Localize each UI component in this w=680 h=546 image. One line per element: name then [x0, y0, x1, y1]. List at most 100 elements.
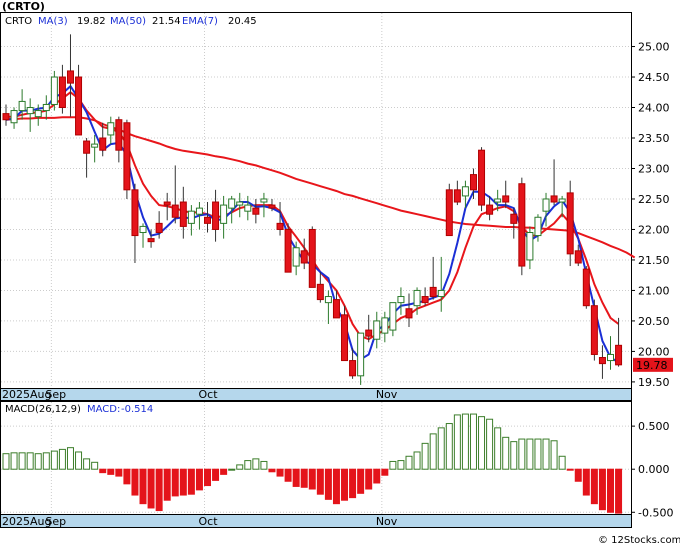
candle-body [195, 207, 203, 215]
candle-body [316, 283, 324, 301]
macd-bar [316, 468, 324, 495]
candle-body [461, 186, 469, 197]
candle-body [365, 329, 373, 337]
candle-body [26, 107, 34, 115]
candle-body [115, 119, 123, 151]
candle-body [453, 189, 461, 203]
candle-body [413, 289, 421, 307]
candle-body [598, 357, 606, 365]
candle-body [42, 103, 50, 112]
price-tick-label: 22.50 [638, 193, 670, 206]
macd-bar [429, 433, 437, 470]
macd-bar [550, 440, 558, 470]
macd-tick-label: 0.500 [638, 420, 670, 433]
macd-bar [155, 468, 163, 512]
candle [445, 183, 453, 237]
candle-body [357, 332, 365, 377]
macd-legend-label: MACD: [87, 404, 120, 415]
macd-bar [421, 442, 429, 470]
macd-bar [357, 468, 365, 494]
candle-body [558, 198, 566, 203]
candle [284, 223, 292, 273]
candle-body [18, 100, 26, 112]
candle-body [163, 201, 171, 206]
price-tick-label: 25.00 [638, 41, 670, 54]
candle-body [405, 308, 413, 319]
candle-body [566, 192, 574, 255]
macd-bar [510, 441, 518, 470]
candle-body [615, 344, 623, 366]
price-date-bar [0, 388, 632, 401]
macd-bar [332, 468, 340, 505]
macd-bar [123, 468, 131, 485]
candle-body [429, 286, 437, 298]
macd-bar [445, 423, 453, 470]
macd-legend-name: MACD(26,12,9) [5, 404, 81, 415]
macd-bar [590, 468, 598, 505]
candle-body [534, 216, 542, 237]
macd-bar [389, 460, 397, 470]
macd-axis-ticks: 0.500 0.000 -0.500 [631, 420, 673, 519]
price-tick-label: 21.00 [638, 284, 670, 297]
macd-bar [115, 468, 123, 477]
candle-body [58, 76, 66, 109]
candle-body [66, 70, 74, 84]
candle-body [2, 113, 10, 121]
macd-bar [413, 451, 421, 470]
candle-body [292, 247, 300, 267]
candle-body [397, 296, 405, 304]
macd-bar [566, 468, 574, 471]
candle-body [486, 204, 494, 215]
macd-bar [276, 468, 284, 477]
macd-bar [91, 461, 99, 470]
candle-body [228, 198, 236, 209]
macd-legend: MACD(26,12,9) MACD: -0.514 [5, 404, 153, 415]
candle-body [518, 183, 526, 267]
candle-body [83, 140, 91, 154]
macd-bar [66, 447, 74, 470]
macd-bar [526, 438, 534, 470]
candle-body [389, 302, 397, 331]
candle-body [494, 198, 502, 203]
candle-body [123, 122, 131, 191]
macd-bar [179, 468, 187, 496]
chart-title: (CRTO) [2, 0, 45, 13]
macd-bar [244, 460, 252, 470]
macd-bar [518, 438, 526, 470]
last-price-label: 19.78 [633, 357, 673, 372]
candle-body [204, 216, 211, 224]
macd-bar [542, 438, 550, 470]
legend-ma3-value: 19.82 [77, 16, 106, 27]
candle-body [268, 204, 276, 209]
macd-bar [534, 438, 542, 470]
candle-body [75, 76, 83, 136]
candle-body [421, 296, 429, 304]
macd-bar [42, 452, 50, 470]
candle-body [469, 174, 477, 191]
candle-body [244, 204, 252, 212]
candle-body [607, 353, 614, 362]
date-label: Nov [376, 388, 398, 401]
macd-bar [99, 468, 107, 474]
candle-body [341, 314, 349, 362]
macd-bar [187, 468, 195, 495]
macd-bar [228, 468, 236, 471]
legend-ma50-value: 21.54 [152, 16, 181, 27]
macd-bar [598, 468, 606, 511]
macd-bar [453, 414, 461, 470]
macd-bar [478, 416, 486, 470]
macd-bar [558, 455, 566, 470]
price-axis-ticks: 25.00 24.50 24.00 23.50 23.00 22.50 22.00 21.50… [631, 41, 670, 389]
macd-bar [147, 468, 155, 509]
candle-body [131, 189, 139, 237]
candle [582, 266, 590, 309]
macd-bar [502, 436, 510, 470]
candle-body [308, 228, 316, 288]
macd-bar [220, 468, 228, 475]
macd-bar [365, 468, 373, 490]
candle-body [139, 225, 147, 234]
candle-body [510, 213, 518, 224]
price-tick-label: 23.00 [638, 162, 670, 175]
price-tick-label: 24.50 [638, 71, 670, 84]
candle [566, 180, 574, 267]
